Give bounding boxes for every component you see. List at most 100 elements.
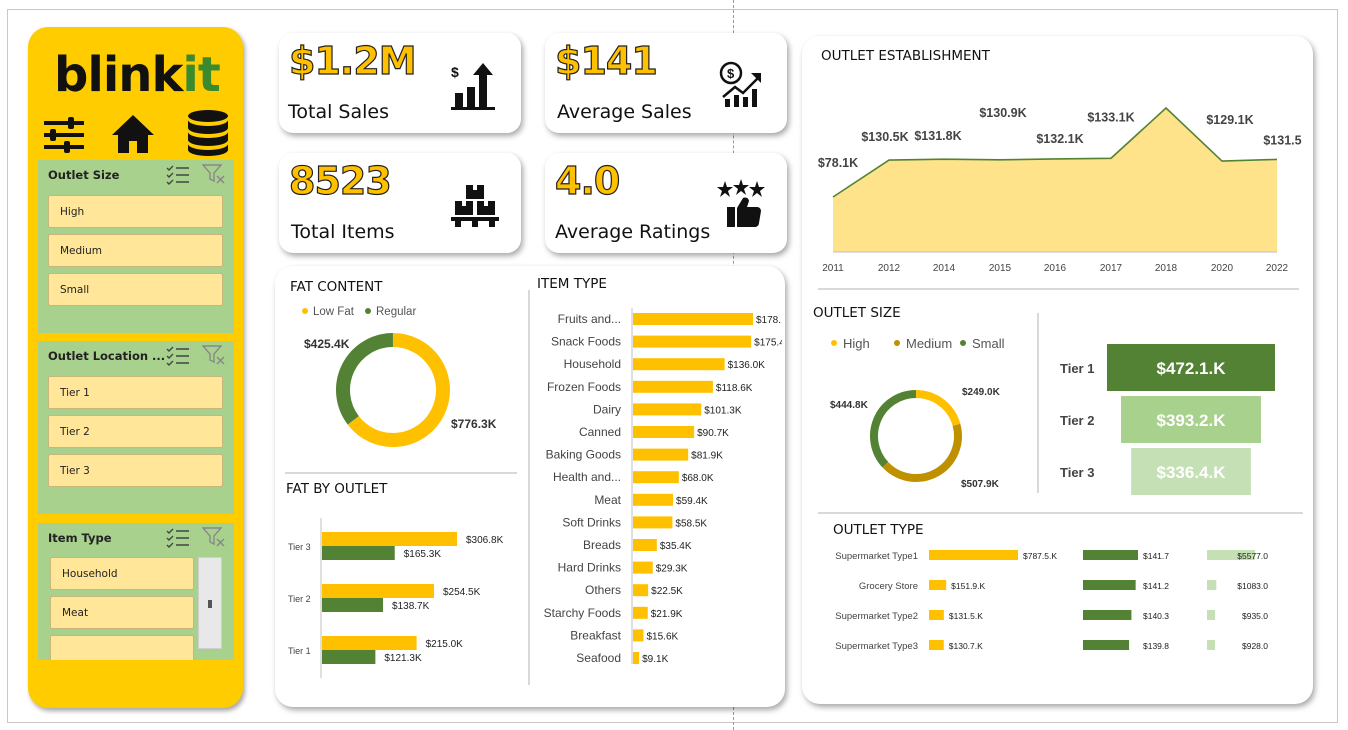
slicer-item-tier-1[interactable]: Tier 1	[48, 376, 223, 409]
svg-text:$: $	[727, 66, 735, 81]
donut-slice	[336, 333, 394, 425]
thumbs-up-stars-icon	[717, 179, 765, 227]
outlet-establishment-title: OUTLET ESTABLISHMENT	[821, 48, 990, 64]
data-label: $35.4K	[660, 541, 692, 552]
slicer-title: Item Type	[48, 531, 112, 545]
donut-slice	[870, 390, 917, 468]
category-label: Fruits and...	[558, 312, 621, 326]
category-label: Dairy	[593, 402, 621, 416]
x-tick-label: 2022	[1266, 263, 1289, 274]
data-label: $138.7K	[392, 601, 430, 612]
data-label: $21.9K	[651, 609, 683, 620]
bar	[633, 606, 648, 619]
slicer-item-type: Item Type Household Meat	[38, 523, 234, 660]
slicer-item-meat[interactable]: Meat	[50, 596, 194, 629]
category-label: Household	[564, 357, 621, 371]
data-label: $249.0K	[962, 387, 1001, 398]
category-label: Health and...	[553, 470, 621, 484]
items-bar	[1207, 580, 1217, 590]
multi-select-icon[interactable]	[166, 344, 190, 366]
outlet-type-chart: Supermarket Type1 $787.5.K $141.7 $5577.0 Gr…	[835, 550, 1268, 652]
sidebar: blinkit Outlet Size High Medium Small Ou…	[28, 27, 243, 708]
row-label: Grocery Store	[859, 581, 918, 592]
kpi-average-ratings: 4.0 Average Ratings	[545, 153, 787, 253]
category-label: Tier 3	[288, 542, 311, 552]
bar	[633, 358, 725, 371]
data-label: $336.4.K	[1157, 463, 1227, 482]
legend-label: Low Fat	[313, 306, 355, 318]
category-label: Starchy Foods	[544, 606, 621, 620]
multi-select-icon[interactable]	[166, 163, 190, 185]
data-label: $776.3K	[451, 417, 497, 431]
kpi-label: Total Sales	[288, 101, 389, 123]
slicer-title: Outlet Size	[48, 168, 120, 182]
slicer-item-high[interactable]: High	[48, 195, 223, 228]
x-tick-label: 2017	[1100, 263, 1123, 274]
category-label: Frozen Foods	[547, 380, 621, 394]
category-label: Canned	[579, 425, 621, 439]
legend-marker	[960, 340, 966, 346]
fat-by-outlet-title: FAT BY OUTLET	[286, 481, 388, 497]
scroll-thumb[interactable]	[208, 600, 212, 608]
kpi-total-sales: $1.2M Total Sales $	[279, 33, 521, 133]
data-label: $121.3K	[384, 653, 422, 664]
bar	[633, 584, 649, 597]
slicer-item-small[interactable]: Small	[48, 273, 223, 306]
slicer-item-household[interactable]: Household	[50, 557, 194, 590]
legend-marker	[831, 340, 837, 346]
stacked-boxes-icon	[451, 185, 499, 227]
multi-select-icon[interactable]	[166, 526, 190, 548]
category-label: Others	[585, 583, 621, 597]
legend-marker	[302, 308, 308, 314]
clear-filter-icon[interactable]	[201, 526, 226, 548]
kpi-label: Average Sales	[557, 101, 692, 123]
fat-content-chart: Low Fat Regular $776.3K $425.4K	[302, 306, 497, 447]
category-label: Baking Goods	[546, 448, 621, 462]
avg-sales-bar	[1083, 610, 1132, 620]
slicer-item-tier-2[interactable]: Tier 2	[48, 415, 223, 448]
bar	[633, 471, 679, 484]
divider	[818, 512, 1303, 514]
clear-filter-icon[interactable]	[201, 163, 226, 185]
app-logo: blinkit	[54, 47, 221, 103]
category-label: Hard Drinks	[558, 561, 621, 575]
data-label: $165.3K	[404, 549, 442, 560]
bar	[633, 403, 702, 416]
x-tick-label: 2018	[1155, 263, 1178, 274]
bar-growth-dollar-icon: $	[451, 63, 495, 110]
data-label: $787.5.K	[1023, 551, 1057, 561]
bar	[633, 652, 640, 664]
row-label: Supermarket Type3	[835, 641, 918, 652]
data-label: $139.8	[1143, 641, 1169, 651]
slicer-item-tier-3[interactable]: Tier 3	[48, 454, 223, 487]
avg-sales-bar	[1083, 550, 1138, 560]
slicer-item-medium[interactable]: Medium	[48, 234, 223, 267]
kpi-value: $1.2M	[288, 38, 417, 83]
donut-slice	[882, 423, 962, 482]
kpi-label: Total Items	[291, 221, 395, 243]
bar	[322, 546, 395, 560]
sidebar-icon-row	[40, 110, 235, 157]
data-label: $29.3K	[656, 564, 688, 575]
category-label: Breakfast	[570, 628, 621, 642]
sliders-icon[interactable]	[42, 117, 86, 153]
sales-bar	[929, 640, 944, 650]
legend-marker	[894, 340, 900, 346]
outlet-location-chart: Tier 1 $472.1.K Tier 2 $393.2.K Tier 3 $336.4…	[1060, 344, 1275, 495]
home-icon[interactable]	[110, 113, 156, 155]
category-label: Soft Drinks	[562, 515, 621, 529]
sales-bar	[929, 610, 944, 620]
data-label: $151.9.K	[951, 581, 985, 591]
category-label: Tier 1	[1060, 361, 1094, 376]
data-label: $81.9K	[691, 451, 723, 462]
item-type-chart: Fruits and... $178.1K Snack Foods $175.4K Ho…	[544, 308, 782, 665]
database-icon[interactable]	[186, 109, 230, 157]
bar	[322, 584, 434, 598]
clear-filter-icon[interactable]	[201, 344, 226, 366]
data-label: $130.7.K	[949, 641, 983, 651]
data-label: $425.4K	[304, 337, 350, 351]
slicer-scrollbar[interactable]	[198, 557, 222, 649]
data-label: $393.2.K	[1157, 411, 1227, 430]
x-tick-label: 2012	[878, 263, 901, 274]
slicer-item-partial[interactable]	[50, 635, 194, 660]
